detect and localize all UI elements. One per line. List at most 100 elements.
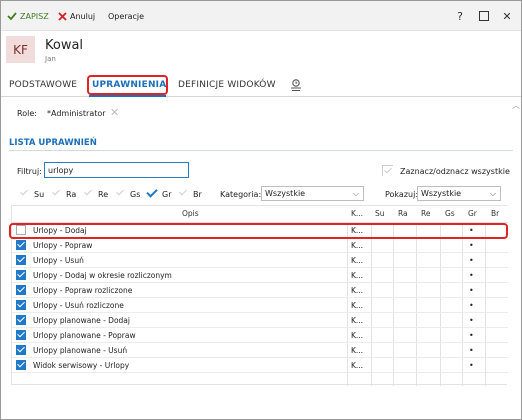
row-gr-dot: • bbox=[469, 271, 474, 280]
avatar-initials: KF bbox=[13, 42, 28, 57]
row-k: K... bbox=[351, 271, 364, 280]
cancel-button[interactable]: Anuluj bbox=[58, 10, 95, 22]
row-name: Widok serwisowy - Urlopy bbox=[33, 361, 130, 370]
toggle-gr-label: Gr bbox=[162, 190, 172, 199]
role-value: *Administrator bbox=[47, 109, 106, 118]
active-tab-underline bbox=[89, 95, 166, 97]
select-all-check-icon bbox=[383, 166, 393, 176]
remove-role-icon[interactable]: ✕ bbox=[110, 106, 119, 119]
row-name: Urlopy planowane - Dodaj bbox=[33, 316, 130, 325]
row-k: K... bbox=[351, 301, 364, 310]
table-row[interactable]: Urlopy - Dodaj w okresie rozliczonym K..… bbox=[12, 268, 508, 283]
row-checkbox[interactable] bbox=[16, 285, 26, 295]
filter-input[interactable] bbox=[44, 162, 189, 178]
header-ra[interactable]: Ra bbox=[398, 209, 408, 218]
close-button[interactable]: ✕ bbox=[500, 9, 514, 23]
header-re[interactable]: Re bbox=[421, 209, 431, 218]
toggle-re-label: Re bbox=[98, 190, 109, 199]
title-bar: ZAPISZ Anuluj Operacje ? ✕ bbox=[1, 1, 521, 31]
row-gr-dot: • bbox=[469, 301, 474, 310]
section-divider bbox=[9, 150, 513, 151]
row-checkbox[interactable] bbox=[16, 270, 26, 280]
row-name: Urlopy - Usuń rozliczone bbox=[33, 301, 124, 310]
toggle-gr-checkbox[interactable] bbox=[146, 188, 156, 198]
row-checkbox[interactable] bbox=[16, 345, 26, 355]
table-row[interactable]: Urlopy planowane - Dodaj K... • bbox=[12, 313, 508, 328]
toggle-gs-checkbox[interactable] bbox=[115, 188, 125, 198]
row-checkbox[interactable] bbox=[16, 360, 26, 370]
row-name: Urlopy - Popraw rozliczone bbox=[33, 286, 133, 295]
operations-menu[interactable]: Operacje bbox=[108, 10, 144, 22]
header-k[interactable]: K... bbox=[351, 209, 363, 218]
row-gr-dot: • bbox=[469, 316, 474, 325]
row-gr-dot: • bbox=[469, 346, 474, 355]
table-row[interactable]: Urlopy - Usuń rozliczone K... • bbox=[12, 298, 508, 313]
row-k: K... bbox=[351, 241, 364, 250]
collapse-chevron-icon[interactable]: ︿ bbox=[512, 100, 520, 111]
row-k: K... bbox=[351, 286, 364, 295]
save-button[interactable]: ZAPISZ bbox=[7, 10, 49, 22]
toggle-gs-label: Gs bbox=[130, 190, 141, 199]
header-opis[interactable]: Opis bbox=[182, 209, 199, 218]
header-gs[interactable]: Gs bbox=[445, 209, 455, 218]
row-gr-dot: • bbox=[469, 256, 474, 265]
row-name: Urlopy - Dodaj w okresie rozliczonym bbox=[33, 271, 172, 280]
show-select[interactable]: Wszystkie ⌵ bbox=[417, 186, 501, 201]
table-row[interactable]: Urlopy - Usuń K... • bbox=[12, 253, 508, 268]
filter-label: Filtruj: bbox=[17, 167, 42, 176]
show-value: Wszystkie bbox=[421, 189, 462, 198]
highlighted-row-outline bbox=[9, 223, 508, 239]
category-label: Kategoria: bbox=[220, 190, 262, 199]
maximize-icon bbox=[479, 11, 489, 21]
chevron-down-icon: ⌵ bbox=[352, 189, 359, 198]
toggle-ra-checkbox[interactable] bbox=[51, 188, 61, 198]
category-select[interactable]: Wszystkie ⌵ bbox=[261, 186, 364, 201]
record-name: Kowal bbox=[45, 38, 84, 53]
table-row[interactable]: Urlopy - Popraw K... • bbox=[12, 238, 508, 253]
tab-permissions[interactable]: UPRAWNIENIA bbox=[92, 80, 166, 90]
row-name: Urlopy - Popraw bbox=[33, 241, 93, 250]
chevron-down-icon: ⌵ bbox=[489, 189, 496, 198]
maximize-button[interactable] bbox=[477, 9, 491, 23]
tab-basic[interactable]: PODSTAWOWE bbox=[9, 80, 77, 90]
help-button[interactable]: ? bbox=[453, 9, 467, 23]
select-all-checkbox[interactable] bbox=[382, 165, 393, 176]
avatar: KF bbox=[6, 36, 35, 63]
show-label: Pokazuj: bbox=[385, 190, 419, 199]
save-label: ZAPISZ bbox=[20, 11, 49, 21]
header-br[interactable]: Br bbox=[491, 209, 499, 218]
tab-bar: PODSTAWOWE UPRAWNIENIA DEFINICJE WIDOKÓW bbox=[1, 73, 521, 97]
row-name: Urlopy planowane - Usuń bbox=[33, 346, 128, 355]
section-title: LISTA UPRAWNIEŃ bbox=[9, 138, 97, 148]
row-gr-dot: • bbox=[469, 241, 474, 250]
toggle-su-checkbox[interactable] bbox=[19, 188, 29, 198]
row-checkbox[interactable] bbox=[16, 255, 26, 265]
row-name: Urlopy - Usuń bbox=[33, 256, 84, 265]
cancel-x-icon bbox=[58, 11, 67, 21]
toggle-br-checkbox[interactable] bbox=[178, 188, 188, 198]
row-k: K... bbox=[351, 316, 364, 325]
row-checkbox[interactable] bbox=[16, 300, 26, 310]
row-checkbox[interactable] bbox=[16, 240, 26, 250]
table-row[interactable]: Urlopy planowane - Usuń K... • bbox=[12, 343, 508, 358]
row-gr-dot: • bbox=[469, 286, 474, 295]
row-k: K... bbox=[351, 331, 364, 340]
header-su[interactable]: Su bbox=[375, 209, 385, 218]
row-k: K... bbox=[351, 256, 364, 265]
toggle-su-label: Su bbox=[34, 190, 45, 199]
toggle-re-checkbox[interactable] bbox=[83, 188, 93, 198]
table-row[interactable]: Urlopy planowane - Popraw K... • bbox=[12, 328, 508, 343]
record-subname: Jan bbox=[45, 55, 56, 63]
role-label: Role: bbox=[17, 109, 37, 118]
row-checkbox[interactable] bbox=[16, 330, 26, 340]
row-checkbox[interactable] bbox=[16, 315, 26, 325]
header-gr[interactable]: Gr bbox=[468, 209, 477, 218]
toggle-ra-label: Ra bbox=[66, 190, 77, 199]
tab-view-definitions[interactable]: DEFINICJE WIDOKÓW bbox=[178, 80, 276, 90]
grid-header: Opis K... Su Ra Re Gs Gr Br bbox=[12, 206, 508, 223]
row-name: Urlopy planowane - Popraw bbox=[33, 331, 136, 340]
view-settings-icon[interactable] bbox=[289, 78, 303, 92]
table-row[interactable]: Urlopy - Popraw rozliczone K... • bbox=[12, 283, 508, 298]
row-k: K... bbox=[351, 346, 364, 355]
table-row[interactable]: Widok serwisowy - Urlopy K... • bbox=[12, 358, 508, 373]
